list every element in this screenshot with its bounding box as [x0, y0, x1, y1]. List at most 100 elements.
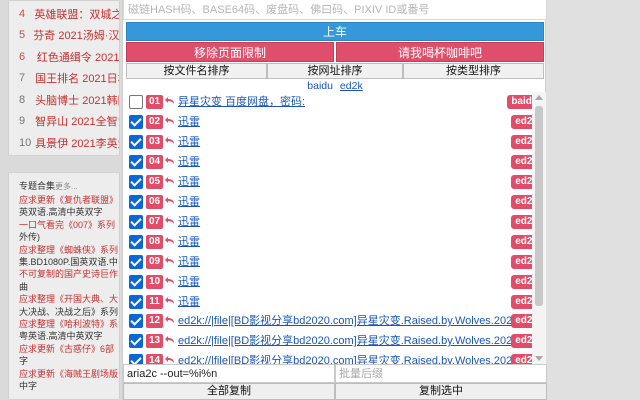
item-checkbox[interactable]: [129, 314, 143, 329]
topic-line[interactable]: 应求整理《蜘蛛侠》系列: [9, 244, 119, 256]
item-checkbox[interactable]: [129, 174, 143, 189]
item-link[interactable]: ed2k://|file|[BD影视分享bd2020.com]异星灾变.Rais…: [178, 334, 518, 348]
topic-more-link[interactable]: 更多...: [55, 182, 78, 191]
topic-line[interactable]: 应求更新《海贼王剧场版: [9, 368, 119, 380]
reply-arrow-icon[interactable]: [164, 115, 176, 127]
copy-selected-button[interactable]: 复制选中: [335, 383, 547, 400]
topic-line[interactable]: 应求整理《开国大典、大: [9, 293, 119, 305]
ranking-item[interactable]: 8 头脑博士 2021韩国: [9, 89, 119, 111]
topic-line[interactable]: 应求更新《复仇者联盟》: [9, 194, 119, 206]
item-checkbox[interactable]: [129, 114, 143, 129]
item-checkbox[interactable]: [129, 274, 143, 289]
item-link[interactable]: 迅雷: [178, 235, 200, 249]
filter-baidu-link[interactable]: baidu: [307, 80, 333, 92]
item-number: 14: [146, 354, 163, 364]
ranking-title[interactable]: 具景伊 2021李英爱: [35, 135, 119, 151]
item-checkbox[interactable]: [129, 95, 143, 109]
reply-arrow-icon[interactable]: [164, 175, 176, 187]
ranking-item[interactable]: 9 智异山 2021全智贤: [9, 111, 119, 133]
item-number: 08: [146, 234, 163, 249]
item-checkbox[interactable]: [129, 234, 143, 249]
ranking-item[interactable]: 6 红色通缉令 2021: [9, 46, 119, 68]
hash-input[interactable]: [123, 0, 547, 20]
ranking-title[interactable]: 头脑博士 2021韩国: [35, 92, 119, 108]
ranking-title[interactable]: 英雄联盟：双城之战: [34, 6, 119, 22]
scroll-up-icon[interactable]: [535, 95, 543, 100]
sort-by-filename-button[interactable]: 按文件名排序: [126, 63, 267, 79]
remove-limit-button[interactable]: 移除页面限制: [126, 42, 334, 62]
sort-by-type-button[interactable]: 按类型排序: [403, 63, 544, 79]
ranking-number: 4: [19, 7, 26, 20]
item-link[interactable]: ed2k://|file|[BD影视分享bd2020.com]异星灾变.Rais…: [178, 354, 518, 364]
reply-arrow-icon[interactable]: [164, 155, 176, 167]
item-number: 04: [146, 154, 163, 169]
link-list: 01 异星灾变 百度网盘，密码: baidu 02 迅雷 ed2k 03 迅雷 ed2k 04 迅雷…: [123, 92, 547, 364]
item-link[interactable]: 迅雷: [178, 295, 200, 309]
ranking-title[interactable]: 芬奇 2021汤姆·汉克斯: [33, 27, 119, 43]
scroll-down-icon[interactable]: [535, 356, 543, 361]
ranking-item[interactable]: 5 芬奇 2021汤姆·汉克斯: [9, 25, 119, 47]
item-link[interactable]: 迅雷: [178, 175, 200, 189]
item-checkbox[interactable]: [129, 214, 143, 229]
topic-line[interactable]: 应求整理《哈利波特》系: [9, 318, 119, 330]
item-link[interactable]: 迅雷: [178, 215, 200, 229]
item-number: 06: [146, 194, 163, 209]
reply-arrow-icon[interactable]: [164, 135, 176, 147]
filter-ed2k-link[interactable]: ed2k: [340, 80, 363, 92]
ranking-item[interactable]: 10具景伊 2021李英爱: [9, 132, 119, 154]
go-button[interactable]: 上车: [126, 22, 544, 41]
reply-arrow-icon[interactable]: [164, 95, 176, 107]
link-item: 12 ed2k://|file|[BD影视分享bd2020.com]异星灾变.Ra…: [123, 313, 547, 331]
item-link[interactable]: 迅雷: [178, 115, 200, 129]
batch-suffix-input[interactable]: [335, 364, 547, 383]
ranking-title[interactable]: 国王排名 2021日本: [35, 70, 119, 86]
ranking-number: 5: [19, 29, 26, 42]
link-item: 11 迅雷 ed2k: [123, 294, 547, 312]
item-link[interactable]: 迅雷: [178, 255, 200, 269]
topic-line: 集.BD1080P.国英双语.中: [19, 257, 118, 268]
topic-line[interactable]: 应求更新《古惑仔》6部: [9, 343, 119, 355]
ranking-item[interactable]: 7 国王排名 2021日本: [9, 68, 119, 90]
item-checkbox[interactable]: [129, 354, 143, 364]
topic-line[interactable]: 不可复制的国产史诗巨作: [9, 268, 119, 280]
aria-command-input[interactable]: [123, 364, 335, 383]
item-number: 09: [146, 254, 163, 269]
link-item: 06 迅雷 ed2k: [123, 194, 547, 212]
ranking-number: 8: [19, 93, 26, 106]
item-checkbox[interactable]: [129, 194, 143, 209]
scroll-thumb[interactable]: [535, 106, 543, 306]
copy-all-button[interactable]: 全部复制: [123, 383, 335, 400]
reply-arrow-icon[interactable]: [164, 215, 176, 227]
ranking-item[interactable]: 4 英雄联盟：双城之战: [9, 3, 119, 25]
reply-arrow-icon[interactable]: [164, 235, 176, 247]
item-checkbox[interactable]: [129, 294, 143, 309]
item-link[interactable]: 迅雷: [178, 195, 200, 209]
item-link[interactable]: 异星灾变 百度网盘，密码:: [178, 95, 305, 109]
bottom-inputs: [123, 364, 547, 383]
reply-arrow-icon[interactable]: [164, 295, 176, 307]
item-number: 01: [146, 95, 163, 109]
list-scrollbar[interactable]: [532, 92, 546, 364]
coffee-button[interactable]: 请我喝杯咖啡吧: [336, 42, 544, 62]
reply-arrow-icon[interactable]: [164, 195, 176, 207]
ranking-title[interactable]: 智异山 2021全智贤: [35, 113, 119, 129]
reply-arrow-icon[interactable]: [164, 255, 176, 267]
sort-by-url-button[interactable]: 按网址排序: [267, 63, 403, 79]
item-checkbox[interactable]: [129, 334, 143, 349]
ranking-title[interactable]: 红色通缉令 2021: [37, 49, 119, 65]
item-checkbox[interactable]: [129, 254, 143, 269]
item-link[interactable]: 迅雷: [178, 275, 200, 289]
background-right-area: [540, 0, 640, 400]
item-link[interactable]: 迅雷: [178, 155, 200, 169]
item-number: 13: [146, 334, 163, 349]
item-checkbox[interactable]: [129, 154, 143, 169]
reply-arrow-icon[interactable]: [164, 314, 176, 326]
reply-arrow-icon[interactable]: [164, 275, 176, 287]
reply-arrow-icon[interactable]: [164, 354, 176, 364]
item-link[interactable]: 迅雷: [178, 135, 200, 149]
item-checkbox[interactable]: [129, 134, 143, 149]
topic-line[interactable]: 一口气看完《007》系列: [9, 219, 119, 231]
item-link[interactable]: ed2k://|file|[BD影视分享bd2020.com]异星灾变.Rais…: [178, 314, 518, 328]
reply-arrow-icon[interactable]: [164, 334, 176, 346]
ranking-number: 10: [19, 136, 32, 149]
